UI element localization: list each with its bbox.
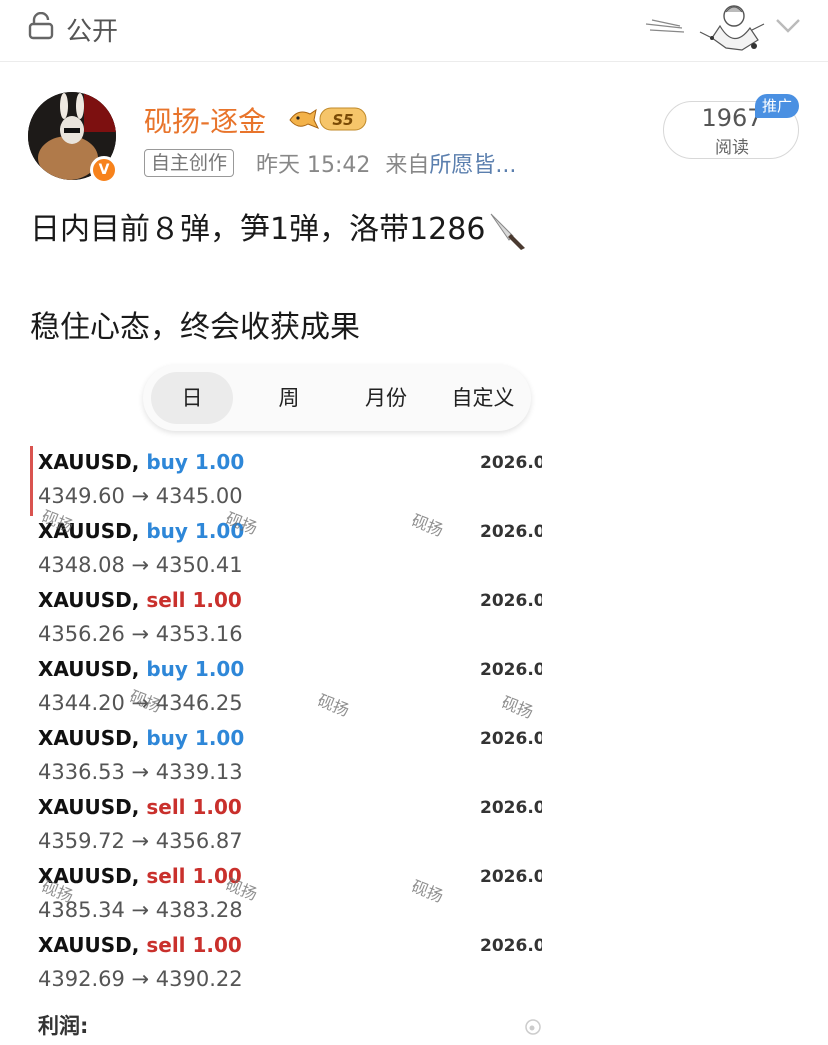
post-time: 昨天 15:42 bbox=[256, 153, 371, 178]
trade-symbol-line: XAUUSD, buy 1.00 bbox=[38, 450, 244, 474]
trade-prices: 4356.26 → 4353.16 bbox=[38, 622, 243, 646]
close-price: 4383.28 bbox=[155, 898, 243, 922]
trade-symbol: XAUUSD, bbox=[38, 450, 140, 474]
original-tag: 自主创作 bbox=[144, 149, 235, 177]
close-price: 4345.00 bbox=[155, 484, 243, 508]
trade-lots: 1.00 bbox=[194, 450, 245, 474]
trade-date: 2026.09 bbox=[480, 798, 542, 818]
decorative-sticker bbox=[645, 5, 765, 51]
arrow-icon: → bbox=[124, 967, 156, 991]
open-price: 4359.72 bbox=[38, 829, 125, 853]
trade-row[interactable]: XAUUSD, buy 1.002026.094344.20 → 4346.25 bbox=[38, 657, 542, 726]
trade-side: sell bbox=[146, 864, 186, 888]
trade-lots: 1.00 bbox=[192, 795, 242, 819]
arrow-icon: → bbox=[124, 829, 156, 853]
period-tabs: 日 周 月份 自定义 bbox=[143, 365, 531, 431]
post-text-line-1: 日内目前８弹，笋1弹，洛带1286 bbox=[30, 204, 529, 252]
post-text-1: 日内目前８弹，笋1弹，洛带1286 bbox=[30, 212, 486, 247]
close-price: 4346.25 bbox=[155, 691, 243, 715]
open-price: 4344.20 bbox=[38, 691, 125, 715]
post-text-line-2: 稳住心态，终会收获成果 bbox=[30, 310, 360, 345]
author-name[interactable]: 砚扬-逐金 bbox=[144, 100, 266, 140]
promo-badge: 推广 bbox=[755, 94, 799, 118]
trade-row[interactable]: XAUUSD, buy 1.00 2026.09 4349.60 → 4345.00 bbox=[38, 450, 542, 519]
trade-row[interactable]: XAUUSD, sell 1.002026.094385.34 → 4383.2… bbox=[38, 864, 542, 933]
trade-row[interactable]: XAUUSD, sell 1.00 2026.09 4356.26 → 4353.1… bbox=[38, 588, 542, 657]
trade-date: 2026.09 bbox=[480, 729, 542, 749]
trade-lots: 1.00 bbox=[194, 726, 245, 750]
trade-side: sell bbox=[146, 933, 186, 957]
trade-row[interactable]: XAUUSD, sell 1.00 2026.09 4359.72 → 4356.8… bbox=[38, 795, 542, 864]
trade-prices: 4359.72 → 4356.87 bbox=[38, 829, 243, 853]
weibo-logo-icon bbox=[525, 1019, 541, 1035]
trade-lots: 1.00 bbox=[192, 588, 242, 612]
read-label: 阅读 bbox=[715, 138, 749, 158]
trade-date: 2026.09 bbox=[480, 453, 542, 473]
trade-lots: 1.00 bbox=[194, 657, 245, 681]
trade-prices: 4392.69 → 4390.22 bbox=[38, 967, 243, 991]
profit-label: 利润: bbox=[38, 1014, 89, 1038]
trade-date: 2026.09 bbox=[480, 867, 542, 887]
trade-prices: 4336.53 → 4339.13 bbox=[38, 760, 243, 784]
trade-lots: 1.00 bbox=[192, 933, 242, 957]
top-bar: 公开 bbox=[0, 0, 828, 62]
trade-side: sell bbox=[146, 588, 186, 612]
close-price: 4339.13 bbox=[155, 760, 243, 784]
trade-row[interactable]: XAUUSD, buy 1.00 2026.09 4336.53 → 4339.13 bbox=[38, 726, 542, 795]
trade-row[interactable]: XAUUSD, buy 1.002026.094348.08 → 4350.41 bbox=[38, 519, 542, 588]
trade-date: 2026.09 bbox=[480, 936, 542, 956]
trade-symbol: XAUUSD, bbox=[38, 726, 140, 750]
trade-side: buy bbox=[146, 657, 188, 681]
arrow-icon: → bbox=[124, 484, 156, 508]
fan-level-text: S5 bbox=[332, 111, 353, 129]
arrow-icon: → bbox=[124, 553, 156, 577]
selected-row-marker bbox=[30, 446, 33, 516]
open-price: 4385.34 bbox=[38, 898, 125, 922]
verified-badge: V bbox=[90, 156, 118, 184]
trade-date: 2026.09 bbox=[480, 660, 542, 680]
close-price: 4356.87 bbox=[155, 829, 243, 853]
trade-symbol: XAUUSD, bbox=[38, 657, 140, 681]
trade-symbol: XAUUSD, bbox=[38, 933, 140, 957]
trade-symbol: XAUUSD, bbox=[38, 795, 140, 819]
trade-side: sell bbox=[146, 795, 186, 819]
trade-symbol-line: XAUUSD, sell 1.00 bbox=[38, 588, 242, 612]
trade-history-screenshot: 日 周 月份 自定义 XAUUSD, buy 1.00 2026.09 4349.6… bbox=[30, 350, 542, 1045]
arrow-icon: → bbox=[124, 622, 156, 646]
trade-symbol-line: XAUUSD, buy 1.00 bbox=[38, 726, 244, 750]
tab-day[interactable]: 日 bbox=[151, 382, 233, 412]
trade-symbol-line: XAUUSD, buy 1.00 bbox=[38, 657, 244, 681]
knife-emoji-icon bbox=[491, 213, 526, 250]
trade-symbol-line: XAUUSD, sell 1.00 bbox=[38, 933, 242, 957]
trade-symbol: XAUUSD, bbox=[38, 588, 140, 612]
post-meta: 昨天 15:42 来自所愿皆... bbox=[256, 147, 516, 179]
post-source[interactable]: 所愿皆... bbox=[429, 153, 516, 178]
arrow-icon: → bbox=[124, 898, 156, 922]
source-prefix: 来自 bbox=[385, 153, 430, 178]
close-price: 4350.41 bbox=[155, 553, 243, 577]
trade-side: buy bbox=[146, 450, 188, 474]
open-price: 4348.08 bbox=[38, 553, 125, 577]
close-price: 4390.22 bbox=[155, 967, 243, 991]
close-price: 4353.16 bbox=[155, 622, 243, 646]
trade-side: buy bbox=[146, 519, 188, 543]
open-price: 4336.53 bbox=[38, 760, 125, 784]
trade-row[interactable]: XAUUSD, sell 1.00 2026.09 4392.69 → 4390.2… bbox=[38, 933, 542, 1002]
trade-prices: 4349.60 → 4345.00 bbox=[38, 484, 243, 508]
lock-icon bbox=[28, 12, 54, 40]
trade-date: 2026.09 bbox=[480, 522, 542, 542]
visibility-label[interactable]: 公开 bbox=[66, 11, 118, 48]
open-price: 4392.69 bbox=[38, 967, 125, 991]
open-price: 4356.26 bbox=[38, 622, 125, 646]
tab-month[interactable]: 月份 bbox=[343, 382, 429, 412]
trade-date: 2026.09 bbox=[480, 591, 542, 611]
arrow-icon: → bbox=[124, 760, 156, 784]
tab-custom[interactable]: 自定义 bbox=[439, 382, 527, 412]
chevron-down-icon[interactable] bbox=[774, 14, 802, 36]
tab-week[interactable]: 周 bbox=[249, 382, 329, 412]
trade-side: buy bbox=[146, 726, 188, 750]
trade-symbol-line: XAUUSD, sell 1.00 bbox=[38, 795, 242, 819]
trade-prices: 4348.08 → 4350.41 bbox=[38, 553, 243, 577]
fan-level-badge[interactable]: S5 bbox=[288, 104, 370, 134]
